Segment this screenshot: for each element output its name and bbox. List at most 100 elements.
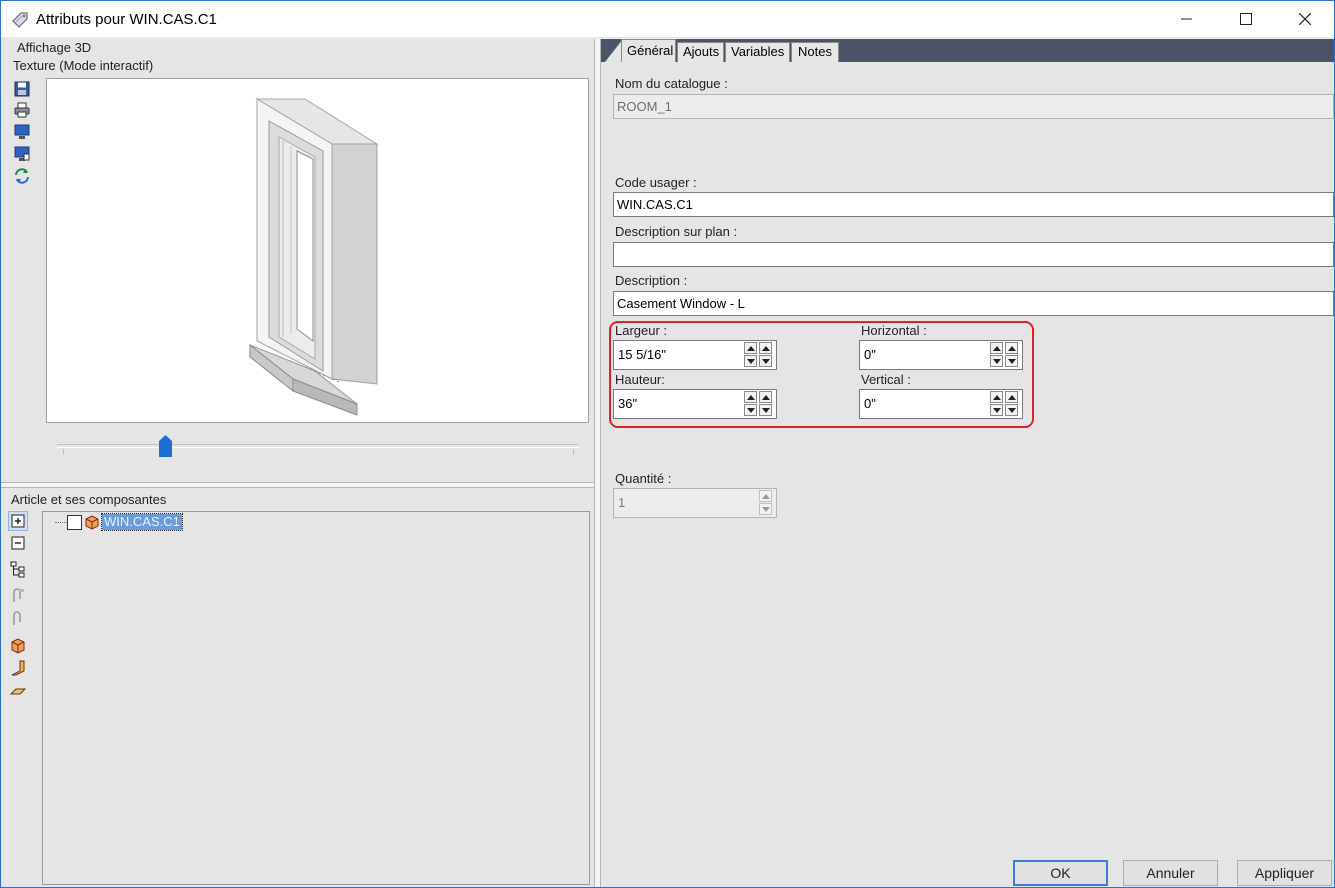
- vertical-label: Vertical :: [861, 372, 911, 387]
- hauteur-value[interactable]: 36": [618, 396, 637, 411]
- hauteur-label: Hauteur:: [615, 372, 665, 387]
- quantite-value: 1: [618, 495, 626, 510]
- print-icon[interactable]: [13, 101, 31, 119]
- title-bar: Attributs pour WIN.CAS.C1: [1, 1, 1334, 38]
- vertical-value[interactable]: 0": [864, 396, 876, 411]
- window-title: Attributs pour WIN.CAS.C1: [36, 11, 217, 28]
- catalogue-label: Nom du catalogue :: [615, 76, 728, 91]
- increment-button[interactable]: [759, 391, 772, 403]
- wall-icon[interactable]: [9, 659, 27, 677]
- view-toolbar: [13, 80, 33, 190]
- hierarchy-icon[interactable]: [9, 560, 27, 578]
- tree-toolbar: [8, 511, 31, 702]
- component-tree[interactable]: WIN.CAS.C1: [42, 511, 590, 885]
- group-3d-caption: Affichage 3D: [17, 40, 92, 55]
- spin-buttons: [759, 490, 772, 516]
- largeur-value[interactable]: 15 5/16": [618, 347, 666, 362]
- left-pane: Affichage 3D Texture (Mode interactif) A…: [1, 39, 594, 887]
- spin-buttons: [990, 342, 1003, 368]
- decrement-button[interactable]: [990, 404, 1003, 416]
- vertical-spinner[interactable]: 0": [859, 389, 1023, 419]
- ok-button[interactable]: OK: [1013, 860, 1108, 886]
- monitor-export-icon[interactable]: [13, 145, 31, 163]
- increment-button[interactable]: [1005, 342, 1018, 354]
- arrow-down-icon: [762, 507, 770, 512]
- decrement-button[interactable]: [1005, 404, 1018, 416]
- cancel-button[interactable]: Annuler: [1123, 860, 1218, 886]
- description-label: Description :: [615, 273, 688, 288]
- plan-description-field[interactable]: [613, 242, 1334, 267]
- plan-description-label: Description sur plan :: [615, 224, 738, 239]
- code-usager-field[interactable]: WIN.CAS.C1: [613, 192, 1334, 217]
- largeur-spinner[interactable]: 15 5/16": [613, 340, 777, 370]
- minimize-icon: [1181, 18, 1192, 20]
- texture-mode-label: Texture (Mode interactif): [13, 58, 154, 73]
- spin-buttons: [744, 391, 757, 417]
- horizontal-splitter[interactable]: [1, 482, 594, 488]
- increment-button[interactable]: [744, 391, 757, 403]
- box-icon[interactable]: [9, 636, 27, 654]
- 3d-viewport[interactable]: [46, 78, 589, 423]
- spin-buttons: [990, 391, 1003, 417]
- tab-variables[interactable]: Variables: [725, 42, 790, 62]
- arrow-down-icon: [1008, 408, 1016, 413]
- tree-item-label[interactable]: WIN.CAS.C1: [101, 513, 183, 531]
- floor-icon[interactable]: [9, 681, 27, 699]
- horizontal-value[interactable]: 0": [864, 347, 876, 362]
- tree-item-checkbox[interactable]: [67, 515, 82, 530]
- hauteur-spinner[interactable]: 36": [613, 389, 777, 419]
- minimize-button[interactable]: [1158, 1, 1216, 38]
- spin-buttons: [759, 391, 772, 417]
- vertical-splitter[interactable]: [594, 39, 601, 887]
- spin-buttons: [1005, 391, 1018, 417]
- apply-button[interactable]: Appliquer: [1237, 860, 1332, 886]
- window-3d-render: [249, 98, 379, 416]
- spin-buttons: [759, 342, 772, 368]
- tab-notes[interactable]: Notes: [791, 42, 839, 62]
- decrement-button[interactable]: [990, 355, 1003, 367]
- arrow-down-icon: [1008, 359, 1016, 364]
- increment-button[interactable]: [759, 342, 772, 354]
- save-icon[interactable]: [13, 80, 31, 98]
- tab-strip: Général Ajouts Variables Notes: [601, 39, 1334, 62]
- view-slider[interactable]: [46, 424, 589, 479]
- arrow-down-icon: [762, 408, 770, 413]
- arrow-down-icon: [993, 408, 1001, 413]
- maximize-button[interactable]: [1217, 1, 1275, 38]
- quantite-spinner: 1: [613, 488, 777, 518]
- attach-icon[interactable]: [9, 587, 27, 605]
- horizontal-spinner[interactable]: 0": [859, 340, 1023, 370]
- tag-icon: [12, 12, 28, 28]
- expand-icon[interactable]: [8, 511, 28, 531]
- collapse-icon[interactable]: [9, 534, 27, 552]
- tab-general[interactable]: Général: [621, 39, 676, 62]
- tab-ajouts[interactable]: Ajouts: [677, 42, 724, 62]
- components-caption: Article et ses composantes: [11, 492, 167, 507]
- arrow-up-icon: [747, 395, 755, 400]
- arrow-down-icon: [747, 408, 755, 413]
- increment-button[interactable]: [990, 342, 1003, 354]
- arrow-up-icon: [762, 494, 770, 499]
- dialog-window: Attributs pour WIN.CAS.C1 Affichage 3D T…: [0, 0, 1335, 888]
- close-button[interactable]: [1276, 1, 1334, 38]
- quantite-label: Quantité :: [615, 471, 672, 486]
- arrow-up-icon: [993, 346, 1001, 351]
- slider-tick: [573, 449, 574, 454]
- increment-button: [759, 490, 772, 502]
- increment-button[interactable]: [1005, 391, 1018, 403]
- largeur-label: Largeur :: [615, 323, 668, 338]
- decrement-button[interactable]: [744, 355, 757, 367]
- decrement-button[interactable]: [759, 404, 772, 416]
- slider-thumb[interactable]: [159, 435, 172, 457]
- description-field[interactable]: Casement Window - L: [613, 291, 1334, 316]
- increment-button[interactable]: [744, 342, 757, 354]
- decrement-button[interactable]: [744, 404, 757, 416]
- maximize-icon: [1240, 13, 1252, 25]
- decrement-button[interactable]: [1005, 355, 1018, 367]
- increment-button[interactable]: [990, 391, 1003, 403]
- detach-icon[interactable]: [9, 610, 27, 628]
- slider-tick: [63, 449, 64, 454]
- decrement-button[interactable]: [759, 355, 772, 367]
- refresh-icon[interactable]: [13, 167, 31, 185]
- monitor-icon[interactable]: [13, 123, 31, 141]
